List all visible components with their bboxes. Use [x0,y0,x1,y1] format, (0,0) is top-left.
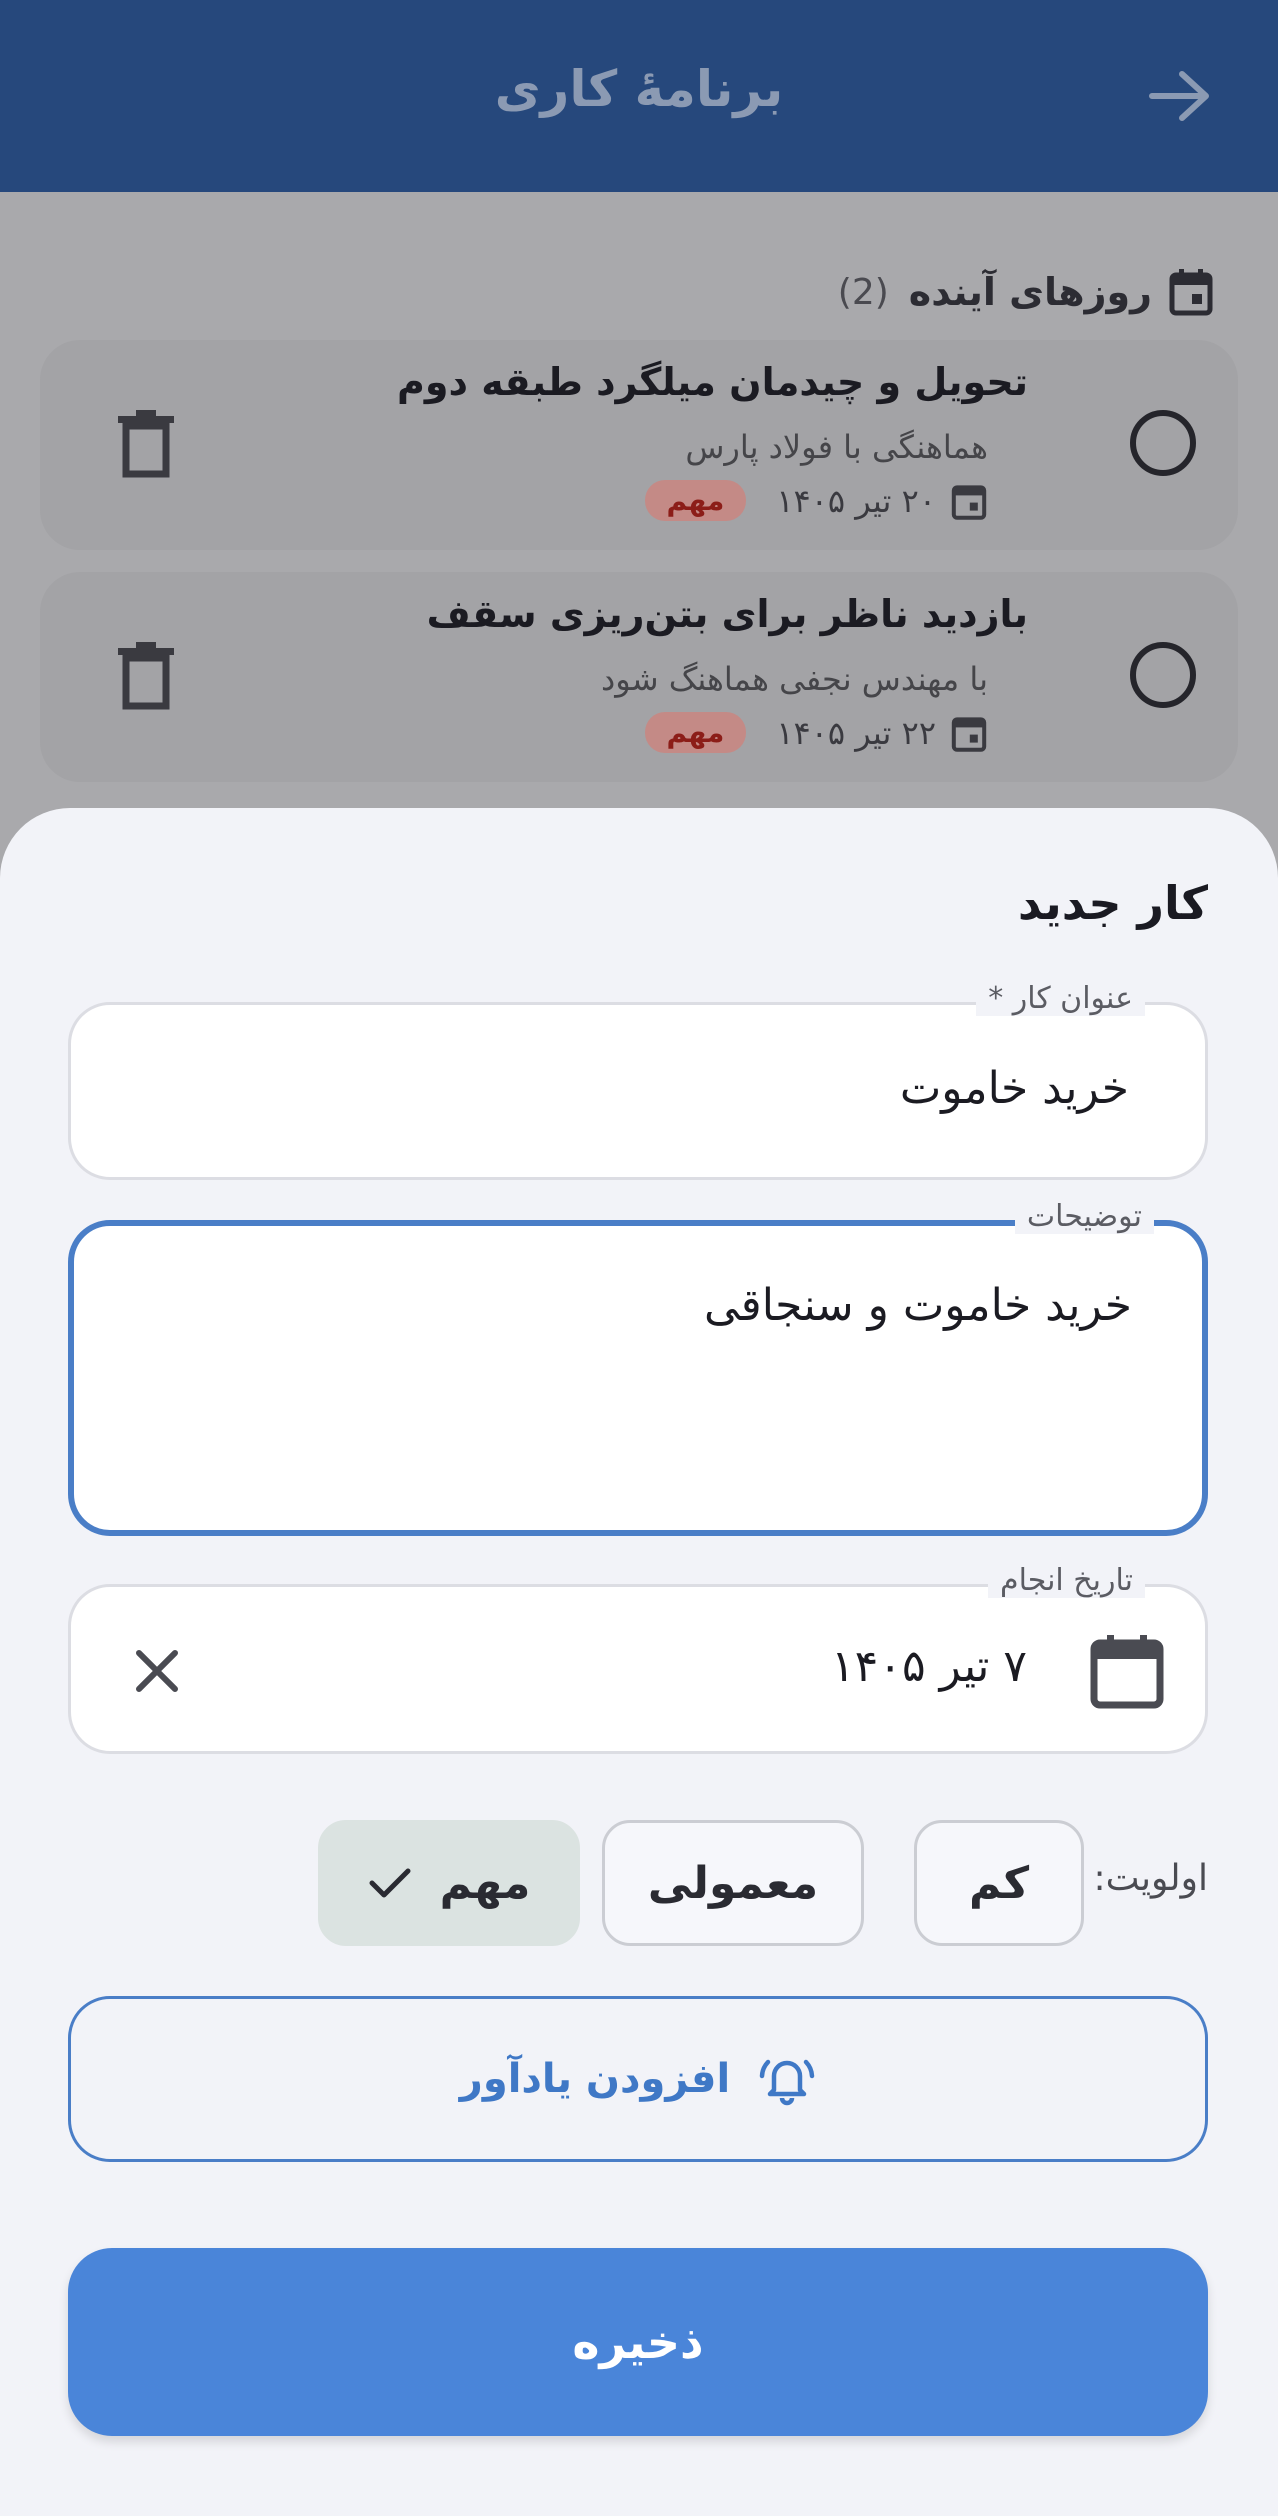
calendar-icon [951,716,987,752]
calendar-icon [1169,269,1213,316]
page-title: برنامهٔ کاری [494,60,784,118]
trash-icon[interactable] [114,408,178,480]
save-button[interactable]: ذخیره [68,2248,1208,2436]
task-date: ۲۰ تیر ۱۴۰۵ [776,481,936,520]
calendar-icon [951,484,987,520]
description-field[interactable]: توضیحات خرید خاموت و سنجاقی [68,1199,1208,1536]
priority-selector: اولویت: کم معمولی مهم [0,1820,1278,1946]
add-reminder-label: افزودن یادآور [459,2056,731,2102]
save-label: ذخیره [572,2315,704,2369]
description-value: خرید خاموت و سنجاقی [703,1280,1132,1331]
task-title-field[interactable]: عنوان کار * خرید خاموت [68,981,1208,1180]
priority-badge: مهم [644,480,747,521]
priority-badge: مهم [644,712,747,753]
description-label: توضیحات [1014,1199,1154,1234]
arrow-forward-icon [1149,71,1209,121]
due-date-label: تاریخ انجام [988,1563,1145,1598]
task-meta: ۲۰ تیر ۱۴۰۵ مهم [644,480,988,521]
app-bar: برنامهٔ کاری [0,0,1278,192]
back-button[interactable] [1140,60,1220,132]
priority-low-chip[interactable]: کم [914,1820,1084,1946]
priority-label: اولویت: [1093,1858,1208,1899]
task-title-label: عنوان کار * [976,981,1145,1016]
task-title: تحویل و چیدمان میلگرد طبقه دوم [397,360,1028,404]
task-description: هماهنگی با فولاد پارس [685,428,988,466]
section-count: (2) [837,271,889,313]
section-title: روزهای آینده [908,270,1152,314]
sheet-title: کار جدید [1017,876,1208,930]
priority-high-chip[interactable]: مهم [318,1820,580,1946]
task-title-value: خرید خاموت [899,1063,1129,1114]
due-date-value: ۷ تیر ۱۴۰۵ [831,1641,1027,1692]
check-icon [369,1868,411,1898]
task-card[interactable]: بازدید ناظر برای بتن‌ریزی سقف با مهندس ن… [40,572,1238,782]
task-title: بازدید ناظر برای بتن‌ریزی سقف [426,592,1028,636]
trash-icon[interactable] [114,640,178,712]
task-description: با مهندس نجفی هماهنگ شود [600,660,988,698]
close-icon[interactable] [129,1643,185,1699]
due-date-field[interactable]: تاریخ انجام ۷ تیر ۱۴۰۵ [68,1563,1208,1754]
task-meta: ۲۲ تیر ۱۴۰۵ مهم [644,712,988,753]
chip-label: معمولی [647,1857,819,1909]
priority-normal-chip[interactable]: معمولی [602,1820,864,1946]
section-header-upcoming: روزهای آینده (2) [838,262,1214,322]
chip-label: مهم [439,1857,531,1909]
chip-label: کم [968,1857,1030,1909]
complete-checkbox[interactable] [1130,410,1196,476]
add-reminder-button[interactable]: افزودن یادآور [68,1996,1208,2162]
new-task-sheet: کار جدید عنوان کار * خرید خاموت توضیحات … [0,808,1278,2516]
calendar-icon[interactable] [1089,1633,1165,1711]
bell-icon [759,2059,815,2106]
complete-checkbox[interactable] [1130,642,1196,708]
task-card[interactable]: تحویل و چیدمان میلگرد طبقه دوم هماهنگی ب… [40,340,1238,550]
task-date: ۲۲ تیر ۱۴۰۵ [776,713,936,752]
